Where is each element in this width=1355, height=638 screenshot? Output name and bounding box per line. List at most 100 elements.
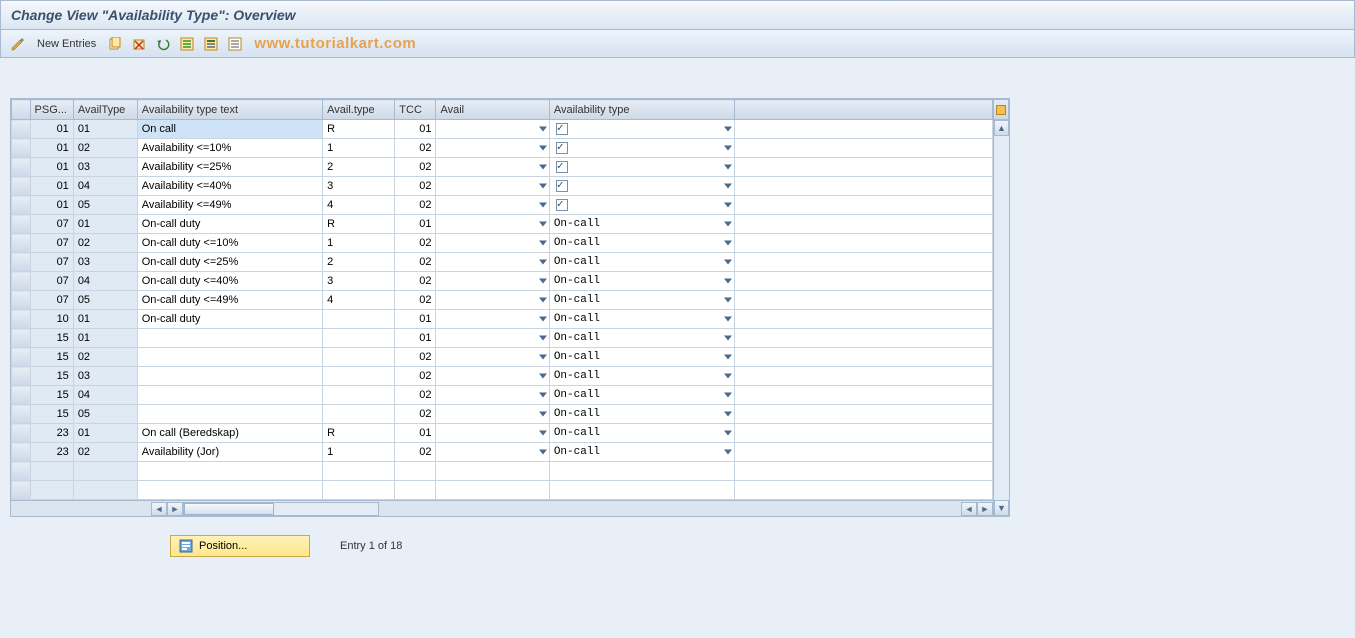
dropdown-icon[interactable] bbox=[724, 184, 732, 189]
cell-avail[interactable] bbox=[436, 405, 549, 424]
cell-tcc[interactable]: 01 bbox=[395, 215, 436, 234]
cell-avtype[interactable] bbox=[323, 386, 395, 405]
position-button[interactable]: Position... bbox=[170, 535, 310, 557]
cell-avtype[interactable]: 2 bbox=[323, 158, 395, 177]
table-row[interactable]: 150202On-call bbox=[12, 348, 993, 367]
cell-availtype2[interactable]: On-call bbox=[549, 424, 734, 443]
hscroll-track[interactable] bbox=[183, 502, 379, 516]
cell-availtype2[interactable]: On-call bbox=[549, 386, 734, 405]
cell-tcc[interactable]: 02 bbox=[395, 291, 436, 310]
cell-availtext[interactable]: On-call duty <=25% bbox=[137, 253, 322, 272]
scroll-right-icon[interactable]: ► bbox=[167, 502, 183, 516]
table-row[interactable]: 2301On call (Beredskap)R01On-call bbox=[12, 424, 993, 443]
cell-availtext[interactable]: On call (Beredskap) bbox=[137, 424, 322, 443]
row-selector[interactable] bbox=[12, 310, 31, 329]
row-selector[interactable] bbox=[12, 329, 31, 348]
row-selector[interactable] bbox=[12, 120, 31, 139]
copy-icon[interactable] bbox=[106, 35, 124, 53]
delete-icon[interactable] bbox=[130, 35, 148, 53]
row-selector[interactable] bbox=[12, 367, 31, 386]
cell-availtext[interactable] bbox=[137, 329, 322, 348]
cell-tcc[interactable]: 02 bbox=[395, 234, 436, 253]
cell-availtext[interactable]: On-call duty bbox=[137, 310, 322, 329]
cell-avail[interactable] bbox=[436, 196, 549, 215]
table-row[interactable]: 0105Availability <=49%402 bbox=[12, 196, 993, 215]
cell-availtext[interactable]: On-call duty <=10% bbox=[137, 234, 322, 253]
table-row[interactable]: 0101On callR01 bbox=[12, 120, 993, 139]
col-psg[interactable]: PSG... bbox=[30, 100, 73, 120]
row-selector[interactable] bbox=[12, 139, 31, 158]
cell-avail[interactable] bbox=[436, 424, 549, 443]
cell-availtype2[interactable] bbox=[549, 196, 734, 215]
cell-availtext[interactable]: Availability <=10% bbox=[137, 139, 322, 158]
col-avail[interactable]: Avail bbox=[436, 100, 549, 120]
cell-avail[interactable] bbox=[436, 234, 549, 253]
checkbox-icon[interactable] bbox=[556, 180, 568, 192]
cell-avtype[interactable]: 4 bbox=[323, 291, 395, 310]
cell-availtype2[interactable]: On-call bbox=[549, 253, 734, 272]
dropdown-icon[interactable] bbox=[724, 203, 732, 208]
dropdown-icon[interactable] bbox=[539, 260, 547, 265]
cell-avail[interactable] bbox=[436, 348, 549, 367]
dropdown-icon[interactable] bbox=[539, 431, 547, 436]
dropdown-icon[interactable] bbox=[724, 374, 732, 379]
table-row[interactable]: 0704On-call duty <=40%302On-call bbox=[12, 272, 993, 291]
dropdown-icon[interactable] bbox=[724, 450, 732, 455]
cell-availtype2[interactable] bbox=[549, 139, 734, 158]
row-selector[interactable] bbox=[12, 253, 31, 272]
cell-tcc[interactable]: 01 bbox=[395, 424, 436, 443]
table-row[interactable]: 0703On-call duty <=25%202On-call bbox=[12, 253, 993, 272]
cell-avail[interactable] bbox=[436, 291, 549, 310]
cell-tcc[interactable]: 02 bbox=[395, 177, 436, 196]
cell-tcc[interactable]: 02 bbox=[395, 272, 436, 291]
row-selector[interactable] bbox=[12, 196, 31, 215]
cell-avtype[interactable]: 2 bbox=[323, 253, 395, 272]
scroll-left2-icon[interactable]: ◄ bbox=[961, 502, 977, 516]
dropdown-icon[interactable] bbox=[724, 241, 732, 246]
undo-icon[interactable] bbox=[154, 35, 172, 53]
cell-availtext[interactable]: On-call duty <=49% bbox=[137, 291, 322, 310]
dropdown-icon[interactable] bbox=[539, 279, 547, 284]
cell-avail[interactable] bbox=[436, 272, 549, 291]
scroll-right2-icon[interactable]: ► bbox=[977, 502, 993, 516]
col-avtype[interactable]: Avail.type bbox=[323, 100, 395, 120]
dropdown-icon[interactable] bbox=[724, 222, 732, 227]
dropdown-icon[interactable] bbox=[539, 146, 547, 151]
cell-avtype[interactable]: R bbox=[323, 215, 395, 234]
cell-avtype[interactable] bbox=[323, 367, 395, 386]
cell-tcc[interactable]: 02 bbox=[395, 139, 436, 158]
cell-avtype[interactable]: R bbox=[323, 120, 395, 139]
dropdown-icon[interactable] bbox=[724, 165, 732, 170]
dropdown-icon[interactable] bbox=[724, 317, 732, 322]
cell-availtext[interactable] bbox=[137, 348, 322, 367]
cell-avail[interactable] bbox=[436, 139, 549, 158]
table-row[interactable]: 0702On-call duty <=10%102On-call bbox=[12, 234, 993, 253]
deselect-all-icon[interactable] bbox=[226, 35, 244, 53]
dropdown-icon[interactable] bbox=[539, 165, 547, 170]
cell-avail[interactable] bbox=[436, 120, 549, 139]
select-block-icon[interactable] bbox=[202, 35, 220, 53]
scroll-down-icon[interactable]: ▼ bbox=[994, 500, 1009, 516]
cell-tcc[interactable]: 02 bbox=[395, 348, 436, 367]
table-row[interactable]: 0102Availability <=10%102 bbox=[12, 139, 993, 158]
cell-avtype[interactable] bbox=[323, 329, 395, 348]
cell-avtype[interactable] bbox=[323, 405, 395, 424]
row-selector[interactable] bbox=[12, 348, 31, 367]
dropdown-icon[interactable] bbox=[724, 412, 732, 417]
cell-availtype2[interactable]: On-call bbox=[549, 215, 734, 234]
cell-avail[interactable] bbox=[436, 329, 549, 348]
row-selector[interactable] bbox=[12, 291, 31, 310]
cell-availtype2[interactable]: On-call bbox=[549, 291, 734, 310]
cell-tcc[interactable]: 02 bbox=[395, 158, 436, 177]
horizontal-scrollbar[interactable]: ◄ ► ◄ ► bbox=[11, 500, 993, 516]
cell-availtext[interactable]: Availability <=49% bbox=[137, 196, 322, 215]
cell-availtext[interactable]: On call bbox=[137, 120, 322, 139]
select-all-icon[interactable] bbox=[178, 35, 196, 53]
cell-availtype2[interactable]: On-call bbox=[549, 443, 734, 462]
scroll-up-icon[interactable]: ▲ bbox=[994, 120, 1009, 136]
row-selector[interactable] bbox=[12, 272, 31, 291]
cell-avtype[interactable]: 1 bbox=[323, 234, 395, 253]
dropdown-icon[interactable] bbox=[539, 393, 547, 398]
checkbox-icon[interactable] bbox=[556, 199, 568, 211]
cell-availtype2[interactable]: On-call bbox=[549, 367, 734, 386]
